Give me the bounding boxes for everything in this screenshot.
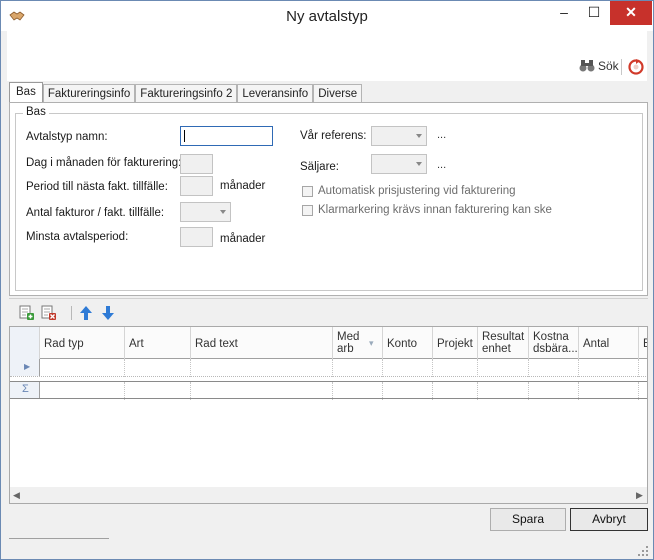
- klarmarkering-label: Klarmarkering krävs innan fakturering ka…: [318, 204, 552, 216]
- column-art[interactable]: Art: [125, 327, 191, 359]
- column-kostnadsbarare[interactable]: Kostna dsbära...: [529, 327, 579, 359]
- sum-cell: [383, 382, 433, 400]
- row-header-corner: [10, 327, 40, 359]
- cancel-button[interactable]: Avbryt: [570, 508, 648, 531]
- dialog-footer: Spara Avbryt: [1, 505, 653, 559]
- search-button[interactable]: Sök: [579, 59, 619, 73]
- saljare-combo[interactable]: [371, 154, 427, 174]
- chevron-down-icon: [416, 162, 422, 166]
- var-referens-combo[interactable]: [371, 126, 427, 146]
- arrow-up-icon[interactable]: [78, 305, 94, 321]
- cell-rad-typ[interactable]: [40, 359, 125, 377]
- row-indicator: ▶: [10, 359, 40, 376]
- sum-cell: [579, 382, 639, 400]
- period-input[interactable]: [180, 176, 213, 196]
- refresh-icon[interactable]: [627, 58, 645, 76]
- column-rad-typ[interactable]: Rad typ: [40, 327, 125, 359]
- antal-fakturor-combo[interactable]: [180, 202, 231, 222]
- column-e[interactable]: E: [639, 327, 647, 359]
- tab-faktureringsinfo-2[interactable]: Faktureringsinfo 2: [135, 84, 238, 103]
- status-bar: [9, 538, 109, 554]
- sum-cell: [125, 382, 191, 400]
- period-unit: månader: [220, 180, 266, 192]
- cell-rad-text[interactable]: [191, 359, 333, 377]
- arrow-down-icon[interactable]: [100, 305, 116, 321]
- minsta-avtalsperiod-input[interactable]: [180, 227, 213, 247]
- toolbar-separator: [621, 59, 622, 75]
- rows-grid[interactable]: Rad typ Art Rad text Med arb ▾ Konto Proj…: [9, 326, 648, 504]
- tab-bas[interactable]: Bas: [9, 82, 43, 103]
- tab-panel-bas: Bas Avtalstyp namn: Dag i månaden för fa…: [9, 102, 648, 296]
- cell-art[interactable]: [125, 359, 191, 377]
- avtalstyp-namn-input[interactable]: [180, 126, 273, 146]
- title-bar: Ny avtalstyp – ☐ ✕: [1, 1, 653, 31]
- cell-med-arb[interactable]: [333, 359, 383, 377]
- column-antal[interactable]: Antal: [579, 327, 639, 359]
- saljare-label: Säljare:: [300, 161, 339, 173]
- group-bas: Bas Avtalstyp namn: Dag i månaden för fa…: [15, 106, 643, 291]
- column-med-arb[interactable]: Med arb ▾: [333, 327, 383, 359]
- column-konto[interactable]: Konto: [383, 327, 433, 359]
- sigma-icon: Σ: [22, 383, 29, 395]
- sum-cell: [529, 382, 579, 400]
- var-referens-more-button[interactable]: ...: [437, 129, 446, 141]
- resize-grip-icon[interactable]: [637, 545, 649, 557]
- cell-resultatenhet[interactable]: [478, 359, 529, 377]
- cell-kostnadsbarare[interactable]: [529, 359, 579, 377]
- tab-diverse[interactable]: Diverse: [313, 84, 363, 103]
- summary-row: Σ: [10, 381, 647, 400]
- cell-projekt[interactable]: [433, 359, 478, 377]
- minsta-avtalsperiod-label: Minsta avtalsperiod:: [26, 231, 129, 243]
- minimize-button[interactable]: –: [549, 1, 579, 25]
- saljare-more-button[interactable]: ...: [437, 159, 446, 171]
- sum-cell: [40, 382, 125, 400]
- cell-konto[interactable]: [383, 359, 433, 377]
- dialog-window: Ny avtalstyp – ☐ ✕ Sök Bas Faktureringsi…: [0, 0, 654, 560]
- grid-toolbar-separator: [71, 306, 72, 320]
- chevron-down-icon: [220, 210, 226, 214]
- dag-i-manaden-input[interactable]: [180, 154, 213, 174]
- save-button[interactable]: Spara: [490, 508, 566, 531]
- group-label: Bas: [23, 106, 49, 118]
- klarmarkering-checkbox[interactable]: [302, 205, 313, 216]
- table-row[interactable]: ▶: [10, 359, 647, 377]
- horizontal-scrollbar[interactable]: ◀ ▶: [10, 487, 647, 503]
- search-label: Sök: [598, 59, 619, 73]
- grid-header: Rad typ Art Rad text Med arb ▾ Konto Proj…: [10, 327, 647, 359]
- minsta-avtalsperiod-unit: månader: [220, 233, 266, 245]
- dag-i-manaden-label: Dag i månaden för fakturering:: [26, 157, 182, 169]
- scroll-left-icon[interactable]: ◀: [13, 490, 20, 501]
- summary-row-header: Σ: [10, 382, 40, 398]
- tab-faktureringsinfo[interactable]: Faktureringsinfo: [42, 84, 136, 103]
- sum-cell: [191, 382, 333, 400]
- column-resultatenhet[interactable]: Resultat enhet: [478, 327, 529, 359]
- tab-leveransinfo[interactable]: Leveransinfo: [237, 84, 314, 103]
- binoculars-icon: [579, 60, 595, 72]
- tab-strip: Bas Faktureringsinfo Faktureringsinfo 2 …: [9, 82, 363, 103]
- scroll-right-icon[interactable]: ▶: [636, 490, 643, 501]
- sort-indicator-icon: ▾: [369, 338, 374, 348]
- cell-antal[interactable]: [579, 359, 639, 377]
- sum-cell: [478, 382, 529, 400]
- sum-cell: [333, 382, 383, 400]
- add-row-icon[interactable]: [19, 305, 35, 321]
- column-projekt[interactable]: Projekt: [433, 327, 478, 359]
- auto-pris-checkbox[interactable]: [302, 186, 313, 197]
- chevron-down-icon: [416, 134, 422, 138]
- period-label: Period till nästa fakt. tillfälle:: [26, 181, 168, 193]
- auto-pris-label: Automatisk prisjustering vid fakturering: [318, 185, 516, 197]
- text-caret: [184, 130, 185, 142]
- maximize-button[interactable]: ☐: [579, 1, 609, 25]
- column-rad-text[interactable]: Rad text: [191, 327, 333, 359]
- toolbar-area: Sök: [7, 31, 647, 81]
- avtalstyp-namn-label: Avtalstyp namn:: [26, 131, 108, 143]
- var-referens-label: Vår referens:: [300, 130, 367, 142]
- close-button[interactable]: ✕: [610, 1, 652, 25]
- antal-fakturor-label: Antal fakturor / fakt. tillfälle:: [26, 207, 165, 219]
- sum-cell: [433, 382, 478, 400]
- grid-toolbar: [9, 298, 648, 324]
- delete-row-icon[interactable]: [41, 305, 57, 321]
